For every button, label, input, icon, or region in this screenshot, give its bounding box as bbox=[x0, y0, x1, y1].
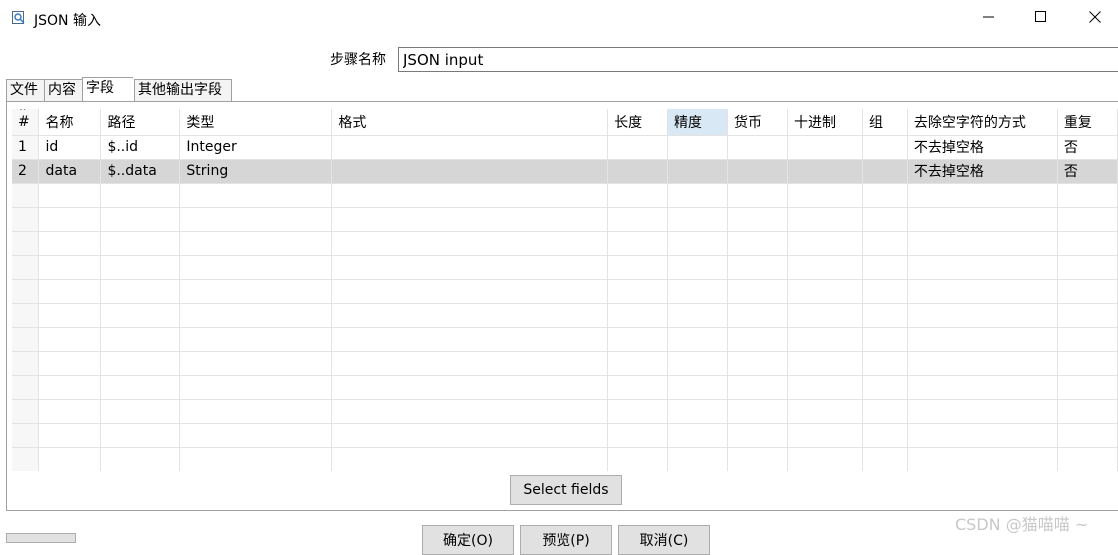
cell-path[interactable]: $..id bbox=[100, 135, 181, 160]
tab-panel-bottom-border bbox=[6, 510, 1118, 511]
cancel-button[interactable]: 取消(C) bbox=[618, 525, 710, 555]
empty-row[interactable] bbox=[12, 399, 1118, 424]
empty-row[interactable] bbox=[12, 447, 1118, 471]
cell-format[interactable] bbox=[331, 159, 609, 184]
cell-trim-type[interactable]: 不去掉空格 bbox=[907, 159, 1058, 184]
maximize-button[interactable] bbox=[1018, 0, 1064, 38]
json-input-step-icon bbox=[12, 11, 26, 25]
empty-row[interactable] bbox=[12, 183, 1118, 208]
column-header-length[interactable]: 长度 bbox=[607, 109, 669, 136]
cell-group[interactable] bbox=[862, 159, 908, 184]
empty-row[interactable] bbox=[12, 423, 1118, 448]
cell-type[interactable]: Integer bbox=[179, 135, 333, 160]
step-name-input[interactable] bbox=[398, 47, 1118, 72]
cell-group[interactable] bbox=[862, 135, 908, 160]
fields-table: ^ # 名称 路径 类型 格式 长度 精度 货币 十进制 组 去除空字符的方式 重… bbox=[12, 109, 1118, 471]
cell-decimal[interactable] bbox=[787, 159, 863, 184]
column-header-path[interactable]: 路径 bbox=[100, 109, 181, 136]
tab-content[interactable]: 内容 bbox=[44, 79, 83, 101]
column-header-group[interactable]: 组 bbox=[862, 109, 908, 136]
step-name-label: 步骤名称 bbox=[330, 52, 386, 68]
close-button[interactable] bbox=[1072, 0, 1118, 38]
cell-currency[interactable] bbox=[727, 135, 788, 160]
cell-length[interactable] bbox=[607, 159, 669, 184]
cell-name[interactable]: id bbox=[38, 135, 102, 160]
empty-row[interactable] bbox=[12, 207, 1118, 232]
column-header-precision[interactable]: 精度 bbox=[667, 109, 729, 136]
tab-panel-top-border bbox=[6, 101, 1118, 102]
cell-trim-type[interactable]: 不去掉空格 bbox=[907, 135, 1058, 160]
column-header-repeat[interactable]: 重复 bbox=[1057, 109, 1118, 136]
column-header-type[interactable]: 类型 bbox=[179, 109, 333, 136]
help-button[interactable] bbox=[6, 533, 76, 543]
row-number: 2 bbox=[12, 159, 40, 184]
empty-row[interactable] bbox=[12, 327, 1118, 352]
sort-caret-icon: ^ bbox=[19, 109, 27, 117]
cell-format[interactable] bbox=[331, 135, 609, 160]
table-row[interactable]: 1 id $..id Integer 不去掉空格 否 bbox=[12, 135, 1118, 160]
empty-row[interactable] bbox=[12, 279, 1118, 304]
ok-button[interactable]: 确定(O) bbox=[422, 525, 514, 555]
cell-precision[interactable] bbox=[667, 135, 729, 160]
tab-panel-left-border bbox=[6, 101, 7, 511]
cell-precision[interactable] bbox=[667, 159, 729, 184]
minimize-button[interactable] bbox=[966, 0, 1012, 38]
minimize-icon bbox=[983, 11, 995, 27]
tab-additional-output-fields[interactable]: 其他输出字段 bbox=[134, 79, 232, 101]
table-header-row: ^ # 名称 路径 类型 格式 长度 精度 货币 十进制 组 去除空字符的方式 重… bbox=[12, 109, 1118, 136]
empty-row[interactable] bbox=[12, 255, 1118, 280]
tab-file[interactable]: 文件 bbox=[6, 79, 45, 101]
cell-length[interactable] bbox=[607, 135, 669, 160]
empty-row[interactable] bbox=[12, 375, 1118, 400]
empty-row[interactable] bbox=[12, 231, 1118, 256]
preview-button[interactable]: 预览(P) bbox=[520, 525, 612, 555]
row-number: 1 bbox=[12, 135, 40, 160]
cell-currency[interactable] bbox=[727, 159, 788, 184]
empty-row[interactable] bbox=[12, 303, 1118, 328]
column-header-name[interactable]: 名称 bbox=[38, 109, 102, 136]
column-header-index[interactable]: ^ # bbox=[12, 109, 40, 136]
watermark: CSDN @猫喵喵 ~ bbox=[955, 515, 1089, 534]
title-bar: JSON 输入 bbox=[0, 0, 1118, 38]
close-icon bbox=[1089, 11, 1101, 27]
column-header-format[interactable]: 格式 bbox=[331, 109, 609, 136]
column-header-currency[interactable]: 货币 bbox=[727, 109, 788, 136]
cell-name[interactable]: data bbox=[38, 159, 102, 184]
maximize-icon bbox=[1035, 11, 1047, 27]
cell-decimal[interactable] bbox=[787, 135, 863, 160]
cell-repeat[interactable]: 否 bbox=[1057, 135, 1118, 160]
cell-type[interactable]: String bbox=[179, 159, 333, 184]
window-title: JSON 输入 bbox=[34, 13, 101, 29]
cell-path[interactable]: $..data bbox=[100, 159, 181, 184]
cell-repeat[interactable]: 否 bbox=[1057, 159, 1118, 184]
empty-row[interactable] bbox=[12, 351, 1118, 376]
tab-fields[interactable]: 字段 bbox=[82, 77, 133, 102]
select-fields-button[interactable]: Select fields bbox=[510, 475, 622, 505]
column-header-decimal[interactable]: 十进制 bbox=[787, 109, 863, 136]
table-row[interactable]: 2 data $..data String 不去掉空格 否 bbox=[12, 159, 1118, 184]
column-header-trim-type[interactable]: 去除空字符的方式 bbox=[907, 109, 1058, 136]
